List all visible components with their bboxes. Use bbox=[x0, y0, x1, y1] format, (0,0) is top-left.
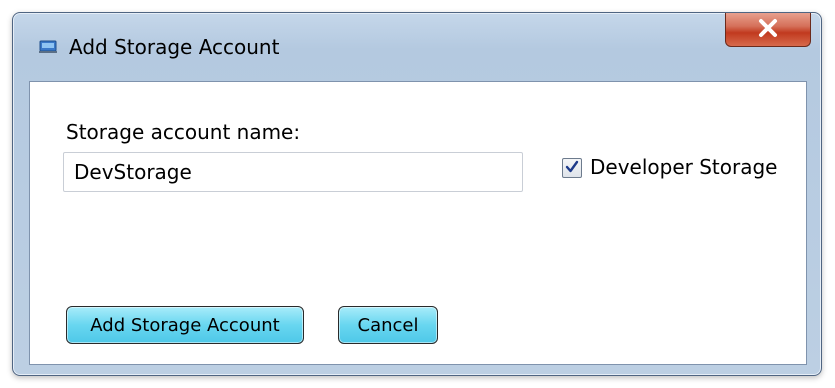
checkmark-icon bbox=[565, 159, 579, 178]
window-app-icon bbox=[39, 39, 57, 53]
title-bar[interactable]: Add Storage Account bbox=[13, 13, 821, 75]
cancel-button[interactable]: Cancel bbox=[338, 306, 438, 344]
add-storage-account-button[interactable]: Add Storage Account bbox=[66, 306, 304, 344]
developer-storage-label[interactable]: Developer Storage bbox=[590, 155, 777, 179]
dialog-window: Add Storage Account Storage account name… bbox=[12, 12, 822, 376]
account-name-input[interactable] bbox=[63, 152, 523, 192]
close-icon bbox=[757, 18, 779, 41]
developer-storage-checkbox[interactable] bbox=[562, 158, 582, 178]
window-title: Add Storage Account bbox=[69, 35, 280, 59]
close-button[interactable] bbox=[725, 13, 811, 47]
dialog-content: Storage account name: Developer Storage … bbox=[29, 81, 807, 365]
account-name-label: Storage account name: bbox=[66, 120, 301, 144]
